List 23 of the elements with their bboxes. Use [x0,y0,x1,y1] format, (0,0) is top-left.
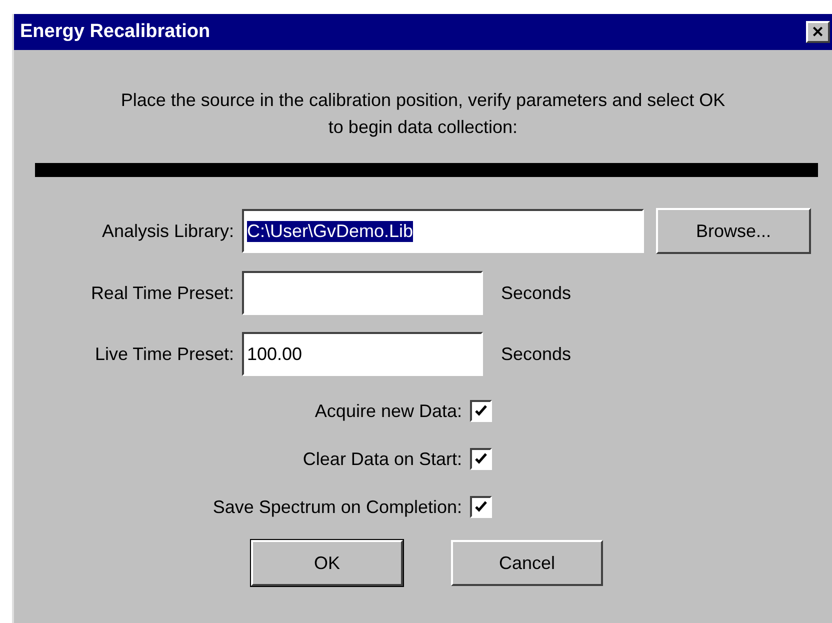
field-label: Live Time Preset: [94,344,235,364]
browse-button[interactable]: Browse... [656,208,811,254]
checkbox[interactable] [470,496,492,518]
checkmark-icon [474,404,488,418]
dialog-button[interactable]: OK [251,540,403,586]
checkbox-label: Clear Data on Start: [302,448,462,470]
unit-label: Seconds [501,344,572,364]
preset-input-field[interactable] [242,271,483,315]
checkbox-label: Save Spectrum on Completion: [212,496,462,518]
preset-input-field[interactable]: 100.00 [242,332,483,376]
checkbox[interactable] [470,400,492,422]
checkbox-label: Acquire new Data: [314,400,462,422]
close-button[interactable]: ✕ [806,21,830,43]
window-title: Energy Recalibration [20,21,210,43]
checkmark-icon [474,500,488,514]
field-label: Real Time Preset: [90,282,235,304]
instruction-text: Place the source in the calibration position, verify parameters and select OK to begin data collection: [120,89,726,139]
library-path-field[interactable]: C:\User\GvDemo.Lib [242,209,644,253]
checkmark-icon [474,452,488,466]
checkbox[interactable] [470,448,492,470]
unit-label: Seconds [501,282,572,304]
field-label: Analysis Library: [100,220,235,242]
dialog-button[interactable]: Cancel [451,540,603,586]
